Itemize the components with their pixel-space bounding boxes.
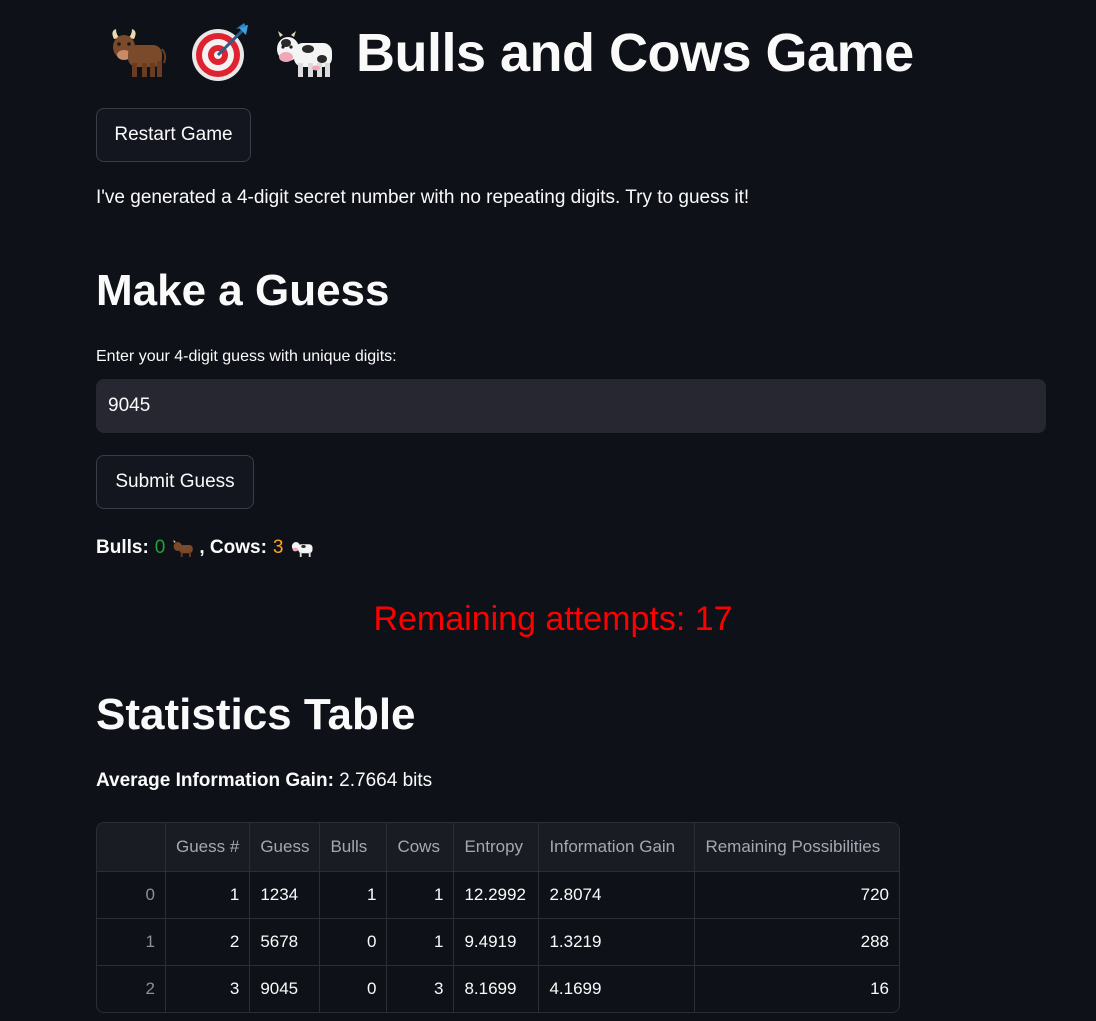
average-info-gain-label: Average Information Gain: xyxy=(96,770,334,791)
page-title-text: Bulls and Cows Game xyxy=(356,23,914,83)
cell-remaining-possibilities: 16 xyxy=(870,979,889,998)
cell-information-gain: 1.3219 xyxy=(538,918,696,966)
cell-remaining-possibilities: 720 xyxy=(694,871,899,919)
guess-input[interactable] xyxy=(96,379,1046,433)
average-info-gain: Average Information Gain: 2.7664 bits xyxy=(96,770,432,792)
table-row[interactable]: 1 2 5678 0 1 9.4919 1.3219 288 xyxy=(97,918,899,966)
cell-guess-number: 3 xyxy=(165,965,251,1012)
cell-cows: 1 xyxy=(386,871,455,919)
column-header-information-gain[interactable]: Information Gain xyxy=(538,823,696,872)
bulls-label: Bulls: xyxy=(96,537,149,558)
cell-bulls: 0 xyxy=(319,965,388,1012)
cell-cows: 1 xyxy=(386,918,455,966)
cows-value: 3 xyxy=(272,537,284,558)
bull-icon xyxy=(112,29,167,77)
remaining-attempts: Remaining attempts: 17 xyxy=(373,600,733,638)
cell-entropy: 12.2992 xyxy=(453,871,540,919)
guess-result: Bulls: 0 , Cows: 3 xyxy=(96,536,318,560)
cows-label: , Cows: xyxy=(199,537,267,558)
cell-cows: 3 xyxy=(386,965,455,1012)
cell-entropy: 8.1699 xyxy=(453,965,540,1012)
cell-guess: 9045 xyxy=(249,965,321,1012)
table-row[interactable]: 2 3 9045 0 3 8.1699 4.1699 16 xyxy=(97,965,899,1012)
column-header-guess[interactable]: Guess xyxy=(249,823,321,872)
page-title: Bulls and Cows Game xyxy=(104,18,914,88)
cell-entropy: 9.4919 xyxy=(453,918,540,966)
cell-information-gain: 4.1699 xyxy=(538,965,696,1012)
cell-remaining-possibilities: 288 xyxy=(694,918,899,966)
row-index: 2 xyxy=(97,965,166,1012)
column-header-remaining-possibilities[interactable]: Remaining Possibilities xyxy=(694,823,899,872)
column-header-index[interactable] xyxy=(97,823,166,872)
cell-bulls: 1 xyxy=(319,871,388,919)
column-header-cows[interactable]: Cows xyxy=(386,823,455,872)
cow-icon xyxy=(277,31,332,77)
row-index: 1 xyxy=(97,918,166,966)
column-header-entropy[interactable]: Entropy xyxy=(453,823,540,872)
row-index: 0 xyxy=(97,871,166,919)
restart-game-button[interactable]: Restart Game xyxy=(96,108,251,162)
submit-guess-button[interactable]: Submit Guess xyxy=(96,455,254,509)
cow-icon xyxy=(291,542,312,557)
intro-text: I've generated a 4-digit secret number w… xyxy=(96,187,750,208)
column-header-bulls[interactable]: Bulls xyxy=(319,823,388,872)
cell-bulls: 0 xyxy=(319,918,388,966)
cell-guess-number: 2 xyxy=(165,918,251,966)
bulls-value: 0 xyxy=(154,537,166,558)
average-info-gain-value: 2.7664 bits xyxy=(339,770,433,791)
statistics-heading: Statistics Table xyxy=(96,690,416,739)
cell-information-gain: 2.8074 xyxy=(538,871,696,919)
cell-guess-number: 1 xyxy=(165,871,251,919)
guess-input-label: Enter your 4-digit guess with unique dig… xyxy=(96,348,397,365)
column-header-guess-number[interactable]: Guess # xyxy=(165,823,251,872)
table-row[interactable]: 0 1 1234 1 1 12.2992 2.8074 720 xyxy=(97,871,899,919)
bull-icon xyxy=(173,539,194,557)
statistics-table[interactable]: Guess # Guess Bulls Cows Entropy Informa… xyxy=(96,822,900,1013)
make-guess-heading: Make a Guess xyxy=(96,266,390,315)
table-header-row: Guess # Guess Bulls Cows Entropy Informa… xyxy=(97,823,899,872)
cell-guess: 5678 xyxy=(249,918,321,966)
target-icon xyxy=(192,23,248,81)
cell-guess: 1234 xyxy=(249,871,321,919)
